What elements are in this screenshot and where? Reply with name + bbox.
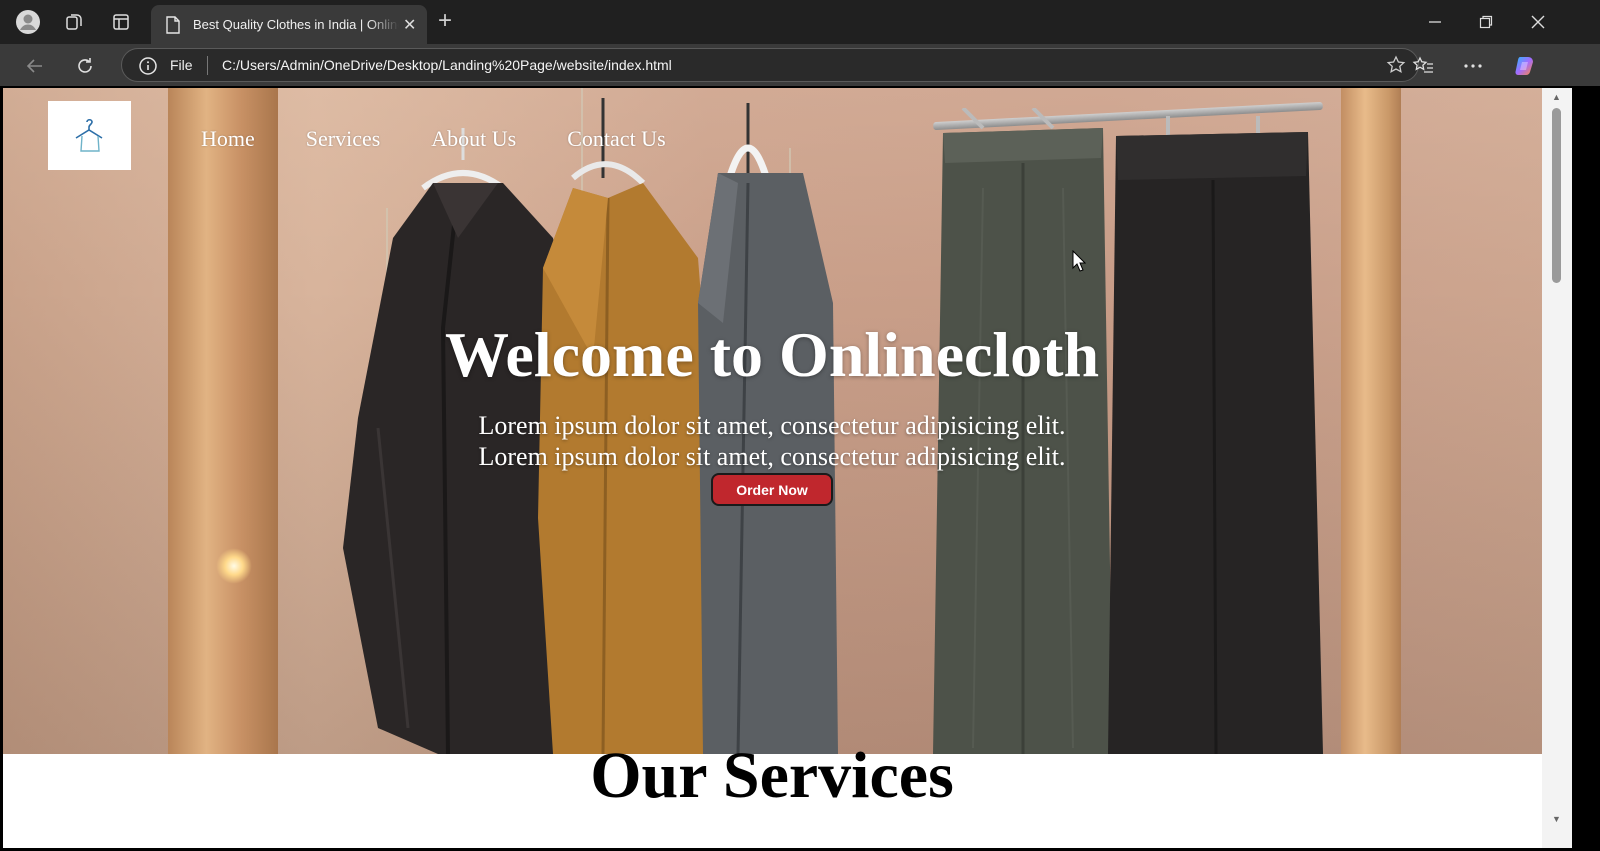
nav-contact-link[interactable]: Contact Us (567, 126, 665, 152)
active-tab[interactable]: Best Quality Clothes in India | Onlinecl… (151, 5, 427, 44)
address-input[interactable]: File C:/Users/Admin/OneDrive/Desktop/Lan… (121, 48, 1419, 82)
site-navbar: Home Services About Us Contact Us (3, 88, 1572, 188)
site-logo[interactable] (48, 101, 131, 170)
back-arrow-icon[interactable] (22, 53, 48, 79)
browser-tab-bar: Best Quality Clothes in India | Onlinecl… (0, 0, 1600, 44)
order-now-button[interactable]: Order Now (711, 473, 833, 506)
fairy-light (216, 548, 252, 584)
page-scrollbar[interactable]: ▲ ▼ (1542, 88, 1572, 848)
nav-services-link[interactable]: Services (306, 126, 381, 152)
address-scheme: File (170, 57, 193, 73)
hero-text-line-1: Lorem ipsum dolor sit amet, consectetur … (478, 411, 1066, 440)
close-tab-icon[interactable]: ✕ (403, 15, 416, 35)
minimize-icon[interactable] (1423, 10, 1447, 34)
restore-icon[interactable] (1474, 10, 1498, 34)
page-viewport: Home Services About Us Contact Us Welcom… (3, 88, 1572, 848)
scroll-up-icon[interactable]: ▲ (1552, 92, 1561, 102)
address-separator (207, 56, 208, 75)
nav-home-link[interactable]: Home (201, 126, 255, 152)
mouse-cursor-icon (1072, 250, 1086, 272)
favorite-star-icon[interactable] (1386, 55, 1406, 75)
close-window-icon[interactable] (1526, 10, 1550, 34)
hero-description: Lorem ipsum dolor sit amet, consectetur … (3, 410, 1541, 472)
address-bar-row: File C:/Users/Admin/OneDrive/Desktop/Lan… (0, 44, 1600, 86)
profile-icon[interactable] (14, 8, 42, 36)
services-heading: Our Services (590, 739, 954, 812)
tab-title: Best Quality Clothes in India | Onlinecl… (193, 17, 399, 32)
main-menu: Home Services About Us Contact Us (201, 126, 717, 152)
refresh-icon[interactable] (72, 53, 98, 79)
hero-section: Home Services About Us Contact Us Welcom… (3, 88, 1572, 754)
plus-icon[interactable]: + (438, 8, 452, 34)
tab-actions-icon[interactable] (107, 8, 135, 36)
nav-about-link[interactable]: About Us (431, 126, 516, 152)
hero-text-line-2: Lorem ipsum dolor sit amet, consectetur … (478, 442, 1066, 471)
workspaces-icon[interactable] (60, 8, 88, 36)
scroll-down-icon[interactable]: ▼ (1552, 814, 1561, 824)
info-icon[interactable] (138, 56, 158, 76)
hanger-logo-icon (75, 118, 102, 152)
more-icon[interactable] (1460, 53, 1486, 79)
copilot-icon[interactable] (1512, 53, 1538, 79)
address-url: C:/Users/Admin/OneDrive/Desktop/Landing%… (222, 57, 672, 73)
favorites-icon[interactable] (1410, 53, 1436, 79)
page-icon (166, 15, 180, 34)
scrollbar-thumb[interactable] (1552, 108, 1561, 283)
hero-title: Welcome to Onlinecloth (444, 319, 1100, 390)
